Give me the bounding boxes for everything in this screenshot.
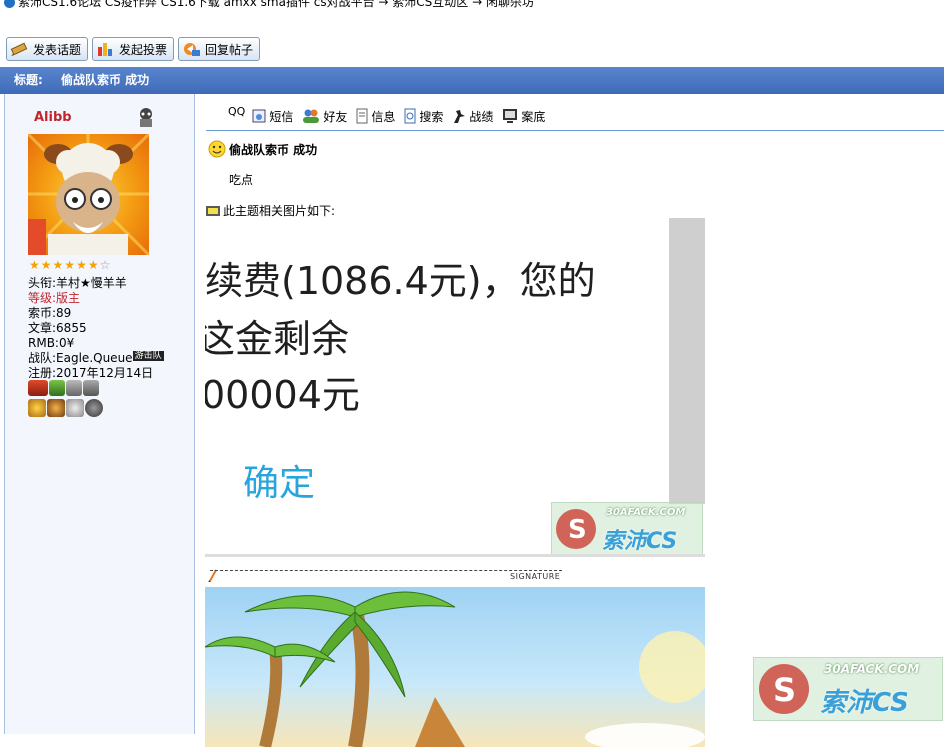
info-link[interactable]: 信息 [355,108,395,125]
star-empty-icon: ☆ [99,258,111,272]
smiley-icon [208,140,226,158]
medal-red-icon [28,380,48,396]
corner-watermark-logo: S 30AFACK.COM 索沛CS [753,657,943,721]
message-icon [252,109,266,123]
search-doc-icon [404,108,416,124]
record-link[interactable]: 战绩 [451,108,493,125]
avatar[interactable] [28,134,149,255]
user-title-row: 头衔:羊村★慢羊羊 [28,276,127,290]
watermark-logo: S 30AFACK.COM 索沛CS [551,502,703,554]
signature-divider [210,570,562,571]
user-register-row: 注册:2017年12月14日 [28,366,154,380]
star-icon: ★ [29,258,40,272]
post-content-panel: QQ 短信 好友 信息 搜索 战绩 案底 偷战队索币 成功 吃点 此主题相关图片… [196,94,944,747]
screenshot-confirm-text: 确定 [243,463,316,504]
palm-tree-illustration [205,591,705,747]
signature-label: SIGNATURE [510,572,561,581]
user-rmb-row: RMB:0¥ [28,336,75,350]
user-posts-row: 文章:6855 [28,321,87,335]
medal-ball-icon [85,399,103,417]
monitor-icon [503,109,518,123]
header-divider [206,130,944,131]
username[interactable]: Alibb [34,110,72,125]
medal-shield-icon [83,380,99,396]
medal-horse-icon [66,399,84,417]
post-toolbar: 发表话题 发起投票 回复帖子 [6,37,261,61]
archive-link[interactable]: 案底 [501,108,545,125]
star-icon: ★ [87,258,99,272]
star-icon: ★ [64,258,76,272]
medal-row-2 [28,399,103,417]
thread-title-label: 标题: [14,73,43,87]
breadcrumb: 索沛CS1.6论坛 CS疫作弊 CS1.6下载 amxx sma插件 cs对战平… [0,0,944,12]
breadcrumb-arrow-icon [4,0,15,8]
soldier-icon [454,110,466,123]
user-coins-row: 索币:89 [28,306,72,320]
user-rank-stars: ★ ★ ★ ★ ★ ★ ☆ [29,259,110,271]
attached-screenshot-image[interactable]: 续费(1086.4元)，您的 这金剩余 00004元 确定 S 30AFACK.… [205,218,705,557]
poll-chart-icon [98,43,113,56]
friend-link[interactable]: 好友 [301,108,347,125]
reply-icon [184,43,201,56]
medal-brown-icon [47,399,65,417]
screenshot-text-line: 00004元 [205,373,360,417]
medal-crown-icon [66,380,82,396]
screenshot-text-line: 这金剩余 [205,317,350,361]
medal-row-1 [28,380,99,396]
breadcrumb-text[interactable]: 索沛CS1.6论坛 CS疫作弊 CS1.6下载 amxx sma插件 cs对战平… [18,0,534,9]
pencil-icon [10,42,28,56]
user-status-icon [140,108,152,127]
info-doc-icon [356,108,368,124]
qq-link[interactable]: QQ [228,105,245,118]
user-level-row: 等级:版主 [28,291,81,305]
pm-link[interactable]: 短信 [251,108,293,125]
screenshot-gray-bar [669,218,705,504]
svg-text:S: S [773,671,796,709]
screenshot-text-line: 续费(1086.4元)，您的 [205,259,596,303]
star-icon: ★ [40,258,52,272]
new-poll-button[interactable]: 发起投票 [92,37,175,61]
new-topic-button[interactable]: 发表话题 [6,37,89,61]
search-link[interactable]: 搜索 [403,108,443,125]
medal-green-icon [49,380,65,396]
signature-image [205,587,705,747]
thread-title-bar: 标题: 偷战队索币 成功 [0,67,944,94]
watermark-s-icon: S [759,664,809,714]
reply-button[interactable]: 回复帖子 [178,37,261,61]
svg-text:S: S [568,515,587,545]
image-attachment-icon [206,205,220,216]
slow-sheep-avatar [28,134,149,255]
post-title: 偷战队索币 成功 [208,140,317,158]
user-info-list: 头衔:羊村★慢羊羊 等级:版主 索币:89 文章:6855 RMB:0¥ 战队:… [28,276,164,381]
friends-icon [303,109,320,123]
user-info-panel: Alibb ★ ★ ★ ★ ★ ★ ☆ 头衔:羊村★慢羊羊 等级:版主 索币:8… [4,94,195,734]
medal-gold-icon [28,399,46,417]
thread-title: 偷战队索币 成功 [61,73,150,87]
user-action-bar: QQ 短信 好友 信息 搜索 战绩 案底 [228,104,549,128]
star-icon: ★ [76,258,87,272]
attachment-note: 此主题相关图片如下: [205,202,335,219]
watermark-s-icon: S [556,509,596,549]
user-team-row: 战队:Eagle.Queue 游击队 [28,351,164,365]
team-badge: 游击队 [132,351,164,361]
star-icon: ★ [52,258,64,272]
post-body-text: 吃点 [229,173,254,187]
